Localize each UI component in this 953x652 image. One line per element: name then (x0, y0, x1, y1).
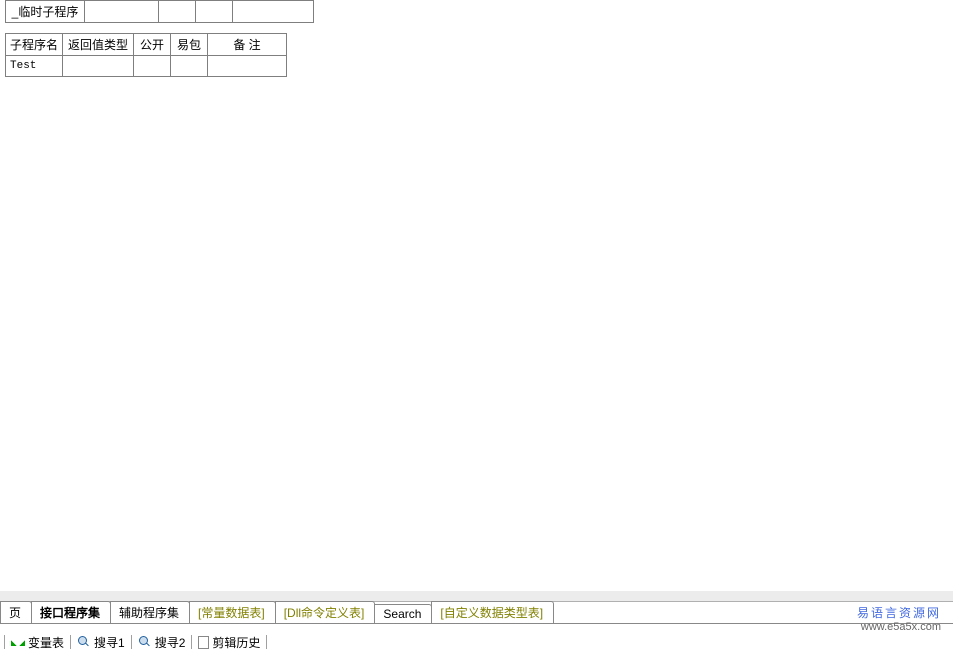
bottom-item-clip-history[interactable]: 剪辑历史 (191, 635, 267, 649)
col-easypack: 易包 (171, 34, 208, 56)
table-header-row: 子程序名 返回值类型 公开 易包 备 注 (6, 34, 287, 56)
bottom-item-label: 搜寻2 (155, 634, 186, 651)
cell-public[interactable] (134, 56, 171, 77)
cell-col4[interactable] (196, 1, 233, 23)
table-row[interactable]: Test (6, 56, 287, 77)
bottom-item-search1[interactable]: 搜寻1 (70, 635, 131, 649)
watermark: 易语言资源网 www.e5a5x.com (857, 606, 941, 634)
cell-col5[interactable] (233, 1, 314, 23)
search-icon (138, 636, 152, 648)
table-row[interactable]: _临时子程序 (6, 1, 314, 23)
document-icon (198, 636, 209, 649)
cell-col3[interactable] (159, 1, 196, 23)
tab-dll-cmd-table[interactable]: [Dll命令定义表] (275, 601, 376, 623)
tab-page[interactable]: 页 (0, 601, 32, 623)
bottom-item-label: 变量表 (28, 634, 64, 651)
cell-remark[interactable] (208, 56, 287, 77)
col-return-type: 返回值类型 (63, 34, 134, 56)
search-icon (77, 636, 91, 648)
watermark-title: 易语言资源网 (857, 606, 941, 620)
tab-const-table[interactable]: [常量数据表] (189, 601, 276, 623)
cell-name[interactable]: _临时子程序 (6, 1, 85, 23)
bottom-bar: 变量表 搜寻1 搜寻2 剪辑历史 (0, 632, 953, 652)
tab-interface-set[interactable]: 接口程序集 (31, 601, 111, 623)
col-sub-name: 子程序名 (6, 34, 63, 56)
tab-helper-set[interactable]: 辅助程序集 (110, 601, 190, 623)
bottom-item-search2[interactable]: 搜寻2 (131, 635, 192, 649)
vars-icon (11, 636, 25, 648)
cell-col2[interactable] (85, 1, 159, 23)
editor-tabs-bar: 页 接口程序集 辅助程序集 [常量数据表] [Dll命令定义表] Search … (0, 591, 953, 624)
bottom-item-label: 剪辑历史 (212, 634, 260, 651)
cell-easypack[interactable] (171, 56, 208, 77)
subroutine-table: 子程序名 返回值类型 公开 易包 备 注 Test (5, 33, 287, 77)
bottom-item-label: 搜寻1 (94, 634, 125, 651)
col-remark: 备 注 (208, 34, 287, 56)
bottom-item-vars[interactable]: 变量表 (4, 635, 70, 649)
tabs-row: 页 接口程序集 辅助程序集 [常量数据表] [Dll命令定义表] Search … (0, 603, 953, 624)
col-public: 公开 (134, 34, 171, 56)
temp-subroutine-table: _临时子程序 (5, 0, 314, 23)
tab-search[interactable]: Search (374, 604, 432, 623)
tab-custom-type-table[interactable]: [自定义数据类型表] (431, 601, 554, 623)
cell-return-type[interactable] (63, 56, 134, 77)
cell-sub-name[interactable]: Test (6, 56, 63, 77)
